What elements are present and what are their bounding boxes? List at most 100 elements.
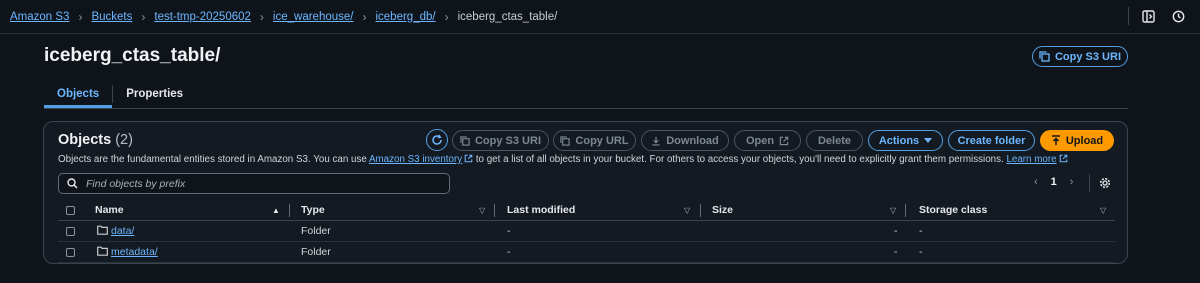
breadcrumb: Amazon S3 › Buckets › test-tmp-20250602 … <box>0 10 557 24</box>
tab-properties[interactable]: Properties <box>113 83 196 105</box>
download-button-label: Download <box>666 134 719 147</box>
row-checkbox[interactable] <box>66 247 75 257</box>
chevron-right-icon: › <box>141 9 146 24</box>
copy-url-button-label: Copy URL <box>575 134 629 147</box>
upload-button[interactable]: Upload <box>1040 130 1114 151</box>
copy-s3-uri-button[interactable]: Copy S3 URI <box>452 130 549 151</box>
object-size: - <box>894 225 898 237</box>
create-folder-label: Create folder <box>957 134 1026 147</box>
description-text: Objects are the fundamental entities sto… <box>58 154 369 165</box>
object-storage-class: - <box>919 225 923 237</box>
sort-icon[interactable]: ▽ <box>684 206 690 215</box>
copy-icon <box>460 135 470 146</box>
previous-page-icon[interactable]: ‹ <box>1034 176 1038 188</box>
objects-heading: Objects (2) <box>58 132 133 148</box>
copy-url-button[interactable]: Copy URL <box>553 130 636 151</box>
folder-icon <box>97 246 108 256</box>
copy-s3-uri-header-button[interactable]: Copy S3 URI <box>1032 46 1128 67</box>
external-link-icon <box>779 136 789 145</box>
object-type: Folder <box>301 225 331 237</box>
inventory-link[interactable]: Amazon S3 inventory <box>369 154 462 165</box>
row-checkbox[interactable] <box>66 226 75 236</box>
create-folder-button[interactable]: Create folder <box>948 130 1035 151</box>
divider <box>1089 174 1090 192</box>
objects-table: Name ▲ Type ▽ Last modified ▽ Size ▽ Sto… <box>58 200 1115 263</box>
open-button[interactable]: Open <box>734 130 801 151</box>
breadcrumb-iceberg-db[interactable]: iceberg_db/ <box>375 11 435 23</box>
panel-toggle-icon[interactable] <box>1140 8 1156 24</box>
sort-icon[interactable]: ▽ <box>479 206 485 215</box>
object-last-modified: - <box>507 246 511 258</box>
delete-button[interactable]: Delete <box>806 130 863 151</box>
external-link-icon <box>464 154 473 163</box>
sort-ascending-icon[interactable]: ▲ <box>272 206 280 215</box>
refresh-button[interactable] <box>426 129 448 151</box>
objects-count: (2) <box>115 132 133 148</box>
objects-panel: Objects (2) Copy S3 URI Copy URL Downloa… <box>43 121 1128 264</box>
object-type: Folder <box>301 246 331 258</box>
external-link-icon <box>1059 154 1067 163</box>
settings-gear-icon[interactable] <box>1099 177 1111 192</box>
page-number[interactable]: 1 <box>1051 176 1057 188</box>
breadcrumb-amazon-s3[interactable]: Amazon S3 <box>10 11 69 23</box>
upload-icon <box>1051 135 1060 145</box>
history-icon[interactable] <box>1170 8 1186 24</box>
table-header: Name ▲ Type ▽ Last modified ▽ Size ▽ Sto… <box>58 200 1115 221</box>
table-row[interactable]: metadata/ Folder - - - <box>58 242 1115 263</box>
column-divider[interactable] <box>700 203 701 217</box>
divider <box>1128 7 1129 25</box>
column-type[interactable]: Type <box>301 204 325 216</box>
copy-icon <box>560 135 571 146</box>
select-all-checkbox[interactable] <box>66 205 75 215</box>
top-icons <box>1128 7 1186 25</box>
column-divider[interactable] <box>494 203 495 217</box>
breadcrumb-current: iceberg_ctas_table/ <box>457 10 558 23</box>
download-button[interactable]: Download <box>641 130 729 151</box>
search-icon <box>67 178 78 189</box>
delete-button-label: Delete <box>817 134 852 147</box>
breadcrumb-ice-warehouse[interactable]: ice_warehouse/ <box>273 11 354 23</box>
column-last-modified[interactable]: Last modified <box>507 204 575 216</box>
tab-objects[interactable]: Objects <box>44 83 113 108</box>
search-input[interactable] <box>84 176 428 191</box>
objects-title: Objects <box>58 132 112 148</box>
sort-icon[interactable]: ▽ <box>890 206 896 215</box>
object-storage-class: - <box>919 246 923 258</box>
column-name[interactable]: Name <box>95 204 124 216</box>
column-size[interactable]: Size <box>712 204 733 216</box>
sort-icon[interactable]: ▽ <box>1100 206 1106 215</box>
learn-more-link[interactable]: Learn more <box>1006 154 1056 165</box>
objects-description: Objects are the fundamental entities sto… <box>58 154 1068 165</box>
object-name-link[interactable]: data/ <box>111 225 134 237</box>
tab-bar: Objects Properties <box>44 83 1128 109</box>
description-text-2: to get a list of all objects in your buc… <box>473 154 1007 165</box>
chevron-right-icon: › <box>78 9 83 24</box>
actions-dropdown[interactable]: Actions <box>868 130 943 151</box>
object-name-link[interactable]: metadata/ <box>111 246 158 258</box>
pagination: ‹ 1 › <box>1034 176 1073 188</box>
copy-s3-uri-button-label: Copy S3 URI <box>474 134 541 147</box>
breadcrumb-bucket[interactable]: test-tmp-20250602 <box>154 11 251 23</box>
table-row[interactable]: data/ Folder - - - <box>58 221 1115 242</box>
caret-down-icon <box>924 137 933 143</box>
download-icon <box>652 136 660 145</box>
folder-icon <box>97 225 108 235</box>
object-last-modified: - <box>507 225 511 237</box>
refresh-icon <box>432 134 442 145</box>
copy-icon <box>1039 51 1050 62</box>
next-page-icon[interactable]: › <box>1070 176 1074 188</box>
copy-s3-uri-label: Copy S3 URI <box>1054 50 1121 63</box>
top-bar: Amazon S3 › Buckets › test-tmp-20250602 … <box>0 0 1200 34</box>
chevron-right-icon: › <box>362 9 367 24</box>
chevron-right-icon: › <box>259 9 264 24</box>
column-divider[interactable] <box>905 203 906 217</box>
page-title: iceberg_ctas_table/ <box>44 45 221 66</box>
chevron-right-icon: › <box>444 9 449 24</box>
column-divider[interactable] <box>289 203 290 217</box>
actions-label: Actions <box>878 134 920 147</box>
column-storage-class[interactable]: Storage class <box>919 204 987 216</box>
upload-label: Upload <box>1065 134 1104 147</box>
search-field[interactable] <box>58 173 450 194</box>
object-size: - <box>894 246 898 258</box>
breadcrumb-buckets[interactable]: Buckets <box>91 11 132 23</box>
